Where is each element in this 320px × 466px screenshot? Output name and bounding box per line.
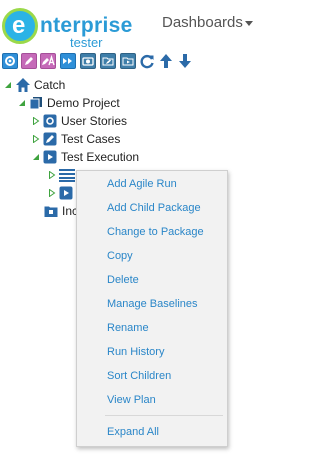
tree-node-demo-project[interactable]: Demo Project bbox=[18, 94, 120, 112]
expander-open-icon bbox=[5, 82, 11, 88]
arrow-up-icon bbox=[160, 54, 172, 68]
folder-pencil-icon bbox=[102, 57, 114, 66]
tree-node-execution-child-1[interactable] bbox=[48, 166, 75, 184]
move-down-button[interactable] bbox=[177, 53, 193, 69]
menu-item-add-child-package[interactable]: Add Child Package bbox=[77, 197, 227, 219]
expander-closed-icon bbox=[49, 189, 56, 197]
caret-down-icon bbox=[244, 20, 253, 26]
tree-node-label: Test Cases bbox=[61, 132, 121, 146]
tree-node-execution-child-2[interactable] bbox=[48, 184, 73, 202]
tree-node-label: Demo Project bbox=[47, 96, 120, 110]
menu-item-copy[interactable]: Copy bbox=[77, 245, 227, 267]
user-stories-folder-icon bbox=[43, 114, 57, 128]
menu-item-rename[interactable]: Rename bbox=[77, 317, 227, 339]
menu-item-expand-all[interactable]: Expand All bbox=[77, 421, 227, 443]
logo-badge-icon: e bbox=[2, 8, 38, 44]
project-icon bbox=[29, 97, 42, 110]
test-execution-folder-icon bbox=[59, 186, 73, 200]
expander-closed-icon bbox=[49, 171, 56, 179]
app-header: e nterprise tester Dashboards bbox=[0, 0, 260, 50]
menu-item-run-history[interactable]: Run History bbox=[77, 341, 227, 363]
tree-node-label: User Stories bbox=[61, 114, 128, 128]
incidents-folder-icon bbox=[44, 206, 58, 217]
edit-button[interactable] bbox=[21, 53, 37, 69]
menu-item-add-agile-run[interactable]: Add Agile Run bbox=[77, 173, 227, 195]
fast-forward-icon bbox=[63, 58, 72, 64]
tree-node-test-cases[interactable]: Test Cases bbox=[32, 130, 120, 148]
pencil-icon bbox=[25, 57, 33, 65]
tree-node-test-execution[interactable]: Test Execution bbox=[32, 148, 139, 166]
enterprise-tester-logo[interactable]: e nterprise tester bbox=[2, 4, 152, 50]
record-button[interactable] bbox=[80, 53, 96, 69]
logo-subtitle: tester bbox=[70, 35, 103, 50]
menu-item-manage-baselines[interactable]: Manage Baselines bbox=[77, 293, 227, 315]
edit-folder-button[interactable] bbox=[100, 53, 116, 69]
expander-open-icon bbox=[19, 100, 25, 106]
test-execution-folder-icon bbox=[43, 150, 57, 164]
dashboards-dropdown[interactable]: Dashboards bbox=[162, 14, 253, 31]
arrow-down-icon bbox=[179, 54, 191, 68]
tree-toolbar bbox=[0, 50, 260, 74]
tree-node-label: Catch bbox=[34, 78, 66, 92]
tree-node-catch[interactable]: Catch bbox=[4, 76, 65, 94]
run-button[interactable] bbox=[60, 53, 76, 69]
list-icon bbox=[59, 169, 75, 182]
logo-letter: e bbox=[12, 12, 26, 39]
record-icon bbox=[82, 57, 94, 66]
tree-node-user-stories[interactable]: User Stories bbox=[32, 112, 127, 130]
refresh-button[interactable] bbox=[139, 53, 155, 69]
expander-open-icon bbox=[33, 154, 39, 160]
dashboards-label: Dashboards bbox=[162, 14, 243, 31]
folder-play-icon bbox=[122, 57, 134, 66]
tree-node-label: Test Execution bbox=[61, 150, 140, 164]
expander-closed-icon bbox=[33, 135, 40, 143]
menu-item-sort-children[interactable]: Sort Children bbox=[77, 365, 227, 387]
settings-icon bbox=[5, 56, 15, 66]
expander-closed-icon bbox=[33, 117, 40, 125]
context-menu: Add Agile Run Add Child Package Change t… bbox=[76, 170, 228, 447]
home-icon bbox=[16, 78, 30, 92]
run-folder-button[interactable] bbox=[120, 53, 136, 69]
test-cases-folder-icon bbox=[43, 132, 57, 146]
menu-item-change-to-package[interactable]: Change to Package bbox=[77, 221, 227, 243]
tree-node-incidents[interactable]: Inc bbox=[44, 202, 78, 220]
menu-separator bbox=[105, 415, 223, 416]
edit-text-button[interactable] bbox=[40, 53, 56, 69]
move-up-button[interactable] bbox=[158, 53, 174, 69]
settings-button[interactable] bbox=[2, 53, 18, 69]
edit-text-icon bbox=[42, 55, 55, 66]
menu-item-delete[interactable]: Delete bbox=[77, 269, 227, 291]
menu-item-view-plan[interactable]: View Plan bbox=[77, 389, 227, 411]
refresh-icon bbox=[140, 54, 154, 69]
